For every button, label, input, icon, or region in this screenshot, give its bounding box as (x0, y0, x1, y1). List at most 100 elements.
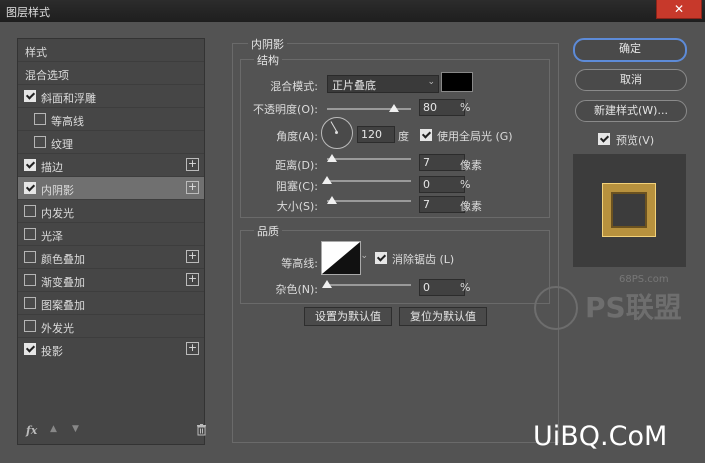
sidebar-item-stroke[interactable]: 描边 + (18, 154, 204, 177)
styles-list: 样式 混合选项 斜面和浮雕 等高线 纹理 描边 + 内阴影 + 内发光 光泽 颜… (17, 38, 207, 445)
choke-input[interactable]: 0 (419, 176, 465, 193)
close-icon: ✕ (673, 2, 685, 16)
structure-title: 结构 (254, 52, 282, 68)
sidebar-item-label: 样式 (25, 46, 47, 59)
add-stroke-icon[interactable]: + (186, 158, 199, 171)
distance-slider-thumb[interactable] (327, 154, 337, 162)
sidebar-item-blending-options[interactable]: 混合选项 (18, 62, 204, 85)
blend-mode-label: 混合模式: (270, 80, 318, 93)
sidebar-item-inner-glow[interactable]: 内发光 (18, 200, 204, 223)
color-overlay-checkbox[interactable] (24, 251, 36, 263)
pattern-overlay-checkbox[interactable] (24, 297, 36, 309)
cancel-button[interactable]: 取消 (575, 69, 687, 91)
opacity-slider-thumb[interactable] (389, 104, 399, 112)
angle-unit: 度 (398, 130, 409, 143)
gradient-overlay-checkbox[interactable] (24, 274, 36, 286)
choke-label: 阻塞(C): (276, 180, 318, 193)
new-style-button[interactable]: 新建样式(W)... (575, 100, 687, 122)
chevron-down-icon: ⌄ (360, 251, 368, 261)
sidebar-item-label: 图案叠加 (41, 299, 85, 312)
size-slider-thumb[interactable] (327, 196, 337, 204)
noise-input[interactable]: 0 (419, 279, 465, 296)
choke-unit: % (460, 178, 471, 191)
reset-default-button[interactable]: 复位为默认值 (399, 307, 487, 326)
watermark-site: 68PS.com (619, 274, 669, 285)
blend-mode-select[interactable]: 正片叠底 ⌄ (327, 75, 439, 93)
contour-picker[interactable] (321, 241, 361, 275)
texture-checkbox[interactable] (34, 136, 46, 148)
set-default-button[interactable]: 设置为默认值 (304, 307, 392, 326)
sidebar-item-label: 渐变叠加 (41, 276, 85, 289)
shadow-color-swatch[interactable] (441, 72, 473, 92)
sidebar-item-texture[interactable]: 纹理 (18, 131, 204, 154)
contour-checkbox[interactable] (34, 113, 46, 125)
add-inner-shadow-icon[interactable]: + (186, 181, 199, 194)
distance-input[interactable]: 7 (419, 154, 465, 171)
stroke-checkbox[interactable] (24, 159, 36, 171)
sidebar-item-label: 等高线 (51, 115, 84, 128)
fx-icon[interactable]: fx (26, 424, 37, 437)
sidebar-item-bevel-emboss[interactable]: 斜面和浮雕 (18, 85, 204, 108)
angle-dial[interactable] (321, 117, 353, 149)
sidebar-item-gradient-overlay[interactable]: 渐变叠加 + (18, 269, 204, 292)
satin-checkbox[interactable] (24, 228, 36, 240)
global-light-checkbox[interactable] (420, 129, 432, 141)
watermark-brand: PS联盟 (585, 291, 682, 324)
opacity-label: 不透明度(O): (253, 103, 318, 116)
sidebar-item-outer-glow[interactable]: 外发光 (18, 315, 204, 338)
preview-label: 预览(V) (616, 134, 655, 147)
add-color-overlay-icon[interactable]: + (186, 250, 199, 263)
size-slider[interactable] (327, 200, 411, 202)
choke-slider-thumb[interactable] (322, 176, 332, 184)
move-down-icon[interactable]: ▼ (72, 424, 79, 434)
inner-glow-checkbox[interactable] (24, 205, 36, 217)
sidebar-item-label: 混合选项 (25, 69, 69, 82)
contour-dropdown[interactable]: ⌄ (358, 250, 368, 266)
contour-label: 等高线: (281, 257, 318, 270)
sidebar-item-drop-shadow[interactable]: 投影 + (18, 338, 204, 360)
sidebar-item-color-overlay[interactable]: 颜色叠加 + (18, 246, 204, 269)
add-gradient-overlay-icon[interactable]: + (186, 273, 199, 286)
chevron-down-icon: ⌄ (427, 77, 435, 87)
ok-button[interactable]: 确定 (573, 38, 687, 62)
noise-slider[interactable] (327, 284, 411, 286)
sidebar-item-label: 内阴影 (41, 184, 74, 197)
sidebar-item-label: 光泽 (41, 230, 63, 243)
sidebar-item-inner-shadow[interactable]: 内阴影 + (18, 177, 204, 200)
bevel-emboss-checkbox[interactable] (24, 90, 36, 102)
sidebar-item-contour[interactable]: 等高线 (18, 108, 204, 131)
size-input[interactable]: 7 (419, 196, 465, 213)
outer-glow-checkbox[interactable] (24, 320, 36, 332)
watermark-corner: UiBQ.CoM (533, 421, 668, 452)
inner-shadow-checkbox[interactable] (24, 182, 36, 194)
global-light-label: 使用全局光 (G) (437, 130, 513, 143)
close-button[interactable]: ✕ (656, 0, 702, 19)
distance-slider[interactable] (327, 158, 411, 160)
sidebar-item-label: 颜色叠加 (41, 253, 85, 266)
ps-logo-icon (534, 286, 578, 330)
opacity-input[interactable]: 80 (419, 99, 465, 116)
distance-unit: 像素 (460, 159, 482, 172)
sidebar-item-pattern-overlay[interactable]: 图案叠加 (18, 292, 204, 315)
trash-icon[interactable] (196, 424, 207, 439)
size-unit: 像素 (460, 200, 482, 213)
noise-slider-thumb[interactable] (322, 280, 332, 288)
drop-shadow-checkbox[interactable] (24, 343, 36, 355)
preview-checkbox[interactable] (598, 133, 610, 145)
angle-input[interactable]: 120 (357, 126, 395, 143)
move-up-icon[interactable]: ▲ (50, 424, 57, 434)
quality-title: 品质 (254, 223, 282, 239)
add-drop-shadow-icon[interactable]: + (186, 342, 199, 355)
noise-label: 杂色(N): (275, 283, 318, 296)
sidebar-item-satin[interactable]: 光泽 (18, 223, 204, 246)
antialias-checkbox[interactable] (375, 252, 387, 264)
sidebar-item-label: 纹理 (51, 138, 73, 151)
choke-slider[interactable] (327, 180, 411, 182)
contour-curve-icon (322, 242, 360, 274)
sidebar-item-label: 描边 (41, 161, 63, 174)
title-bar: 图层样式 ✕ (0, 0, 705, 22)
sidebar-item-styles[interactable]: 样式 (18, 39, 204, 62)
noise-unit: % (460, 281, 471, 294)
blend-mode-value: 正片叠底 (332, 79, 376, 92)
layer-style-dialog: 图层样式 ✕ 样式 混合选项 斜面和浮雕 等高线 纹理 描边 + 内阴影 + 内… (0, 0, 705, 463)
